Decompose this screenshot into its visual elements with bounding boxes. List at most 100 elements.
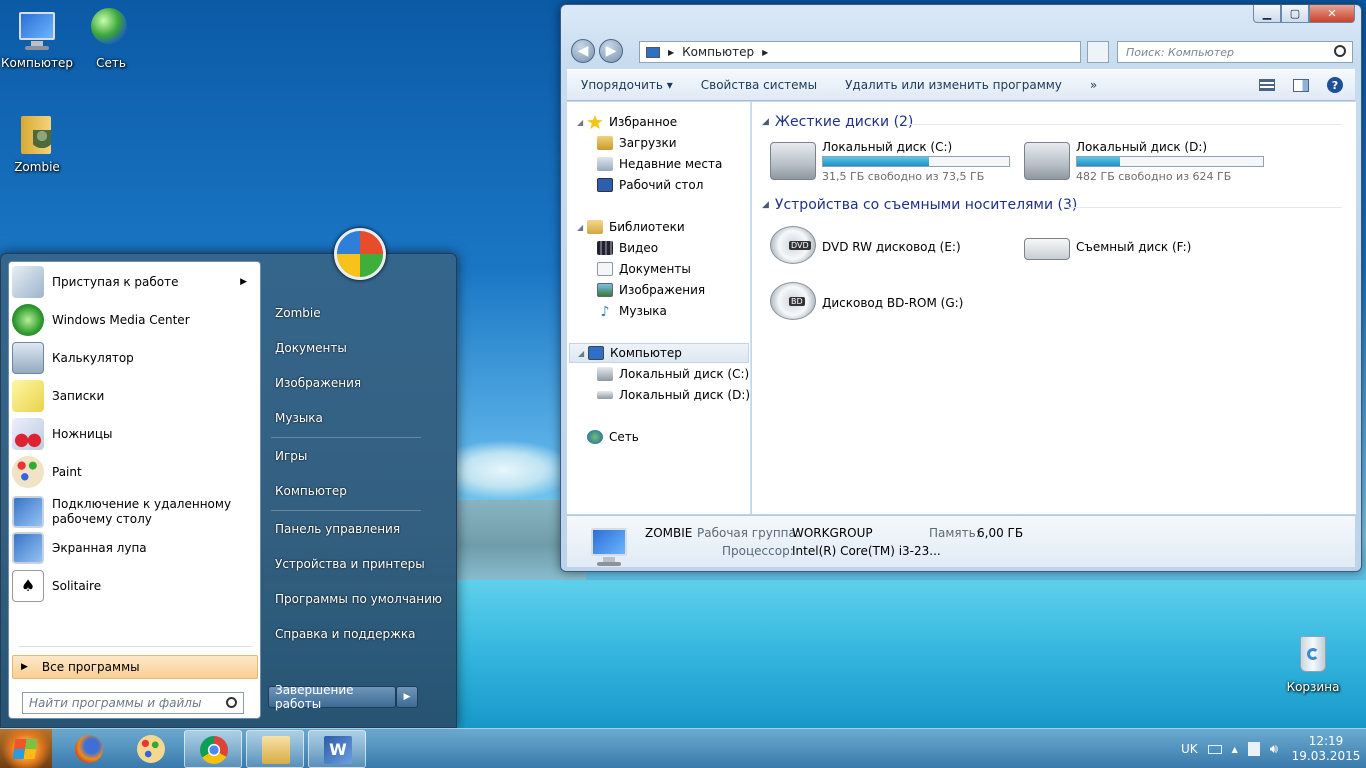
- language-indicator[interactable]: UK: [1181, 742, 1198, 756]
- program-label: Калькулятор: [52, 350, 134, 365]
- program-calculator[interactable]: Калькулятор: [12, 340, 257, 376]
- preview-pane-icon[interactable]: [1293, 78, 1309, 92]
- uninstall-program-button[interactable]: Удалить или изменить программу: [831, 78, 1076, 92]
- system-properties-button[interactable]: Свойства системы: [687, 78, 831, 92]
- keyboard-icon[interactable]: [1207, 744, 1222, 754]
- bd-badge: BD: [789, 297, 805, 306]
- program-sticky-notes[interactable]: Записки: [12, 378, 257, 414]
- start-link-music[interactable]: Музыка: [275, 411, 323, 425]
- program-media-center[interactable]: Windows Media Center: [12, 302, 257, 338]
- desktop-icon-recycle-bin[interactable]: Корзина: [1276, 632, 1350, 694]
- nav-libraries[interactable]: ◢ Библиотеки: [577, 217, 685, 237]
- group-title: Устройства со съемными носителями (3): [774, 197, 1078, 213]
- nav-desktop[interactable]: Рабочий стол: [597, 175, 703, 195]
- all-programs-label: Все программы: [41, 660, 140, 674]
- nav-label: Музыка: [619, 304, 667, 318]
- drive-d[interactable]: Локальный диск (D:) 482 ГБ свободно из 6…: [1024, 140, 1274, 184]
- search-input[interactable]: Поиск: Компьютер: [1117, 41, 1353, 63]
- removable-disk-icon: [1024, 238, 1070, 260]
- separator: [271, 437, 421, 438]
- dvd-drive-icon: DVD: [770, 226, 816, 264]
- program-magnifier[interactable]: Экранная лупа: [12, 530, 257, 566]
- group-removable[interactable]: ◢ Устройства со съемными носителями (3): [762, 197, 1077, 213]
- address-separator: ▶: [762, 47, 769, 57]
- start-link-help[interactable]: Справка и поддержка: [275, 627, 416, 641]
- search-placeholder: Поиск: Компьютер: [1126, 45, 1234, 59]
- back-button[interactable]: ◀: [571, 39, 595, 63]
- computer-icon: [646, 46, 660, 58]
- group-divider: [1068, 207, 1342, 208]
- start-button[interactable]: [0, 729, 52, 768]
- program-label: Подключение к удаленному рабочему столу: [52, 497, 232, 526]
- start-link-user[interactable]: Zombie: [275, 306, 321, 320]
- network-icon: [587, 430, 603, 444]
- start-link-control-panel[interactable]: Панель управления: [275, 522, 400, 536]
- program-solitaire[interactable]: ♠ Solitaire: [12, 568, 257, 604]
- windows-start-icon: [12, 739, 38, 759]
- address-separator: ▶: [668, 47, 675, 57]
- desktop-icon-label: Zombie: [14, 160, 60, 174]
- help-icon[interactable]: ?: [1327, 77, 1343, 93]
- program-paint[interactable]: Paint: [12, 454, 257, 490]
- minimize-button[interactable]: ▁: [1253, 5, 1281, 23]
- program-snipping-tool[interactable]: Ножницы: [12, 416, 257, 452]
- user-folder-icon: [15, 112, 59, 156]
- start-link-computer[interactable]: Компьютер: [275, 484, 347, 498]
- show-hidden-icons[interactable]: ▲: [1232, 745, 1238, 754]
- nav-documents[interactable]: Документы: [597, 259, 691, 279]
- refresh-button[interactable]: [1087, 41, 1109, 63]
- maximize-button[interactable]: ▢: [1281, 5, 1309, 23]
- nav-label: Избранное: [609, 115, 678, 129]
- nav-disk-d[interactable]: Локальный диск (D:): [597, 385, 750, 405]
- forward-button[interactable]: ▶: [599, 39, 623, 63]
- drive-bd[interactable]: BD Дисковод BD-ROM (G:): [770, 280, 1020, 324]
- taskbar-paint[interactable]: [122, 730, 180, 768]
- drive-name: Локальный диск (C:): [822, 140, 953, 154]
- drive-removable-f[interactable]: Съемный диск (F:): [1024, 224, 1274, 268]
- nav-downloads[interactable]: Загрузки: [597, 133, 677, 153]
- group-hard-disks[interactable]: ◢ Жесткие диски (2): [762, 114, 913, 130]
- volume-icon[interactable]: 🔊︎: [1270, 742, 1278, 757]
- close-button[interactable]: ✕: [1309, 5, 1355, 23]
- nav-video[interactable]: Видео: [597, 238, 658, 258]
- firefox-icon: [75, 735, 103, 763]
- program-getting-started[interactable]: Приступая к работе ▶: [12, 264, 257, 300]
- nav-computer[interactable]: ◢ Компьютер: [569, 343, 749, 363]
- start-link-defaults[interactable]: Программы по умолчанию: [275, 592, 442, 606]
- desktop-icon-computer[interactable]: Компьютер: [0, 8, 74, 70]
- program-remote-desktop[interactable]: Подключение к удаленному рабочему столу: [12, 494, 257, 530]
- drive-dvd[interactable]: DVD DVD RW дисковод (E:): [770, 224, 1020, 268]
- shutdown-options-button[interactable]: ▶: [396, 686, 418, 708]
- all-programs-button[interactable]: ▶ Все программы: [12, 655, 258, 679]
- drive-c[interactable]: Локальный диск (C:) 31,5 ГБ свободно из …: [770, 140, 1020, 184]
- search-icon: [1334, 45, 1346, 57]
- desktop-icon-network[interactable]: Сеть: [74, 8, 148, 70]
- shutdown-button[interactable]: Завершение работы: [268, 683, 396, 711]
- taskbar-chrome[interactable]: [184, 730, 242, 768]
- user-picture-icon: [334, 228, 386, 280]
- address-bar[interactable]: ▶ Компьютер ▶: [639, 41, 1081, 63]
- action-center-icon[interactable]: [1247, 742, 1260, 756]
- clock[interactable]: 12:19 19.03.2015: [1286, 734, 1366, 764]
- taskbar-explorer[interactable]: [246, 730, 304, 768]
- dvd-badge: DVD: [789, 241, 811, 250]
- taskbar-word[interactable]: W: [308, 730, 366, 768]
- nav-pictures[interactable]: Изображения: [597, 280, 705, 300]
- nav-network[interactable]: Сеть: [587, 427, 639, 447]
- start-link-games[interactable]: Игры: [275, 449, 307, 463]
- more-commands-button[interactable]: »: [1076, 78, 1111, 92]
- start-link-pictures[interactable]: Изображения: [275, 376, 361, 390]
- start-link-documents[interactable]: Документы: [275, 341, 347, 355]
- start-link-devices[interactable]: Устройства и принтеры: [275, 557, 425, 571]
- nav-music[interactable]: ♪ Музыка: [597, 301, 667, 321]
- nav-favorites[interactable]: ◢ Избранное: [577, 112, 677, 132]
- nav-recent[interactable]: Недавние места: [597, 154, 722, 174]
- wallpaper-clouds: [456, 440, 576, 500]
- start-search-input[interactable]: Найти программы и файлы: [22, 692, 244, 714]
- taskbar-firefox[interactable]: [60, 730, 118, 768]
- program-label: Экранная лупа: [52, 540, 147, 555]
- nav-disk-c[interactable]: Локальный диск (C:): [597, 364, 749, 384]
- view-options-icon[interactable]: [1259, 79, 1275, 91]
- desktop-icon-zombie[interactable]: Zombie: [0, 112, 74, 174]
- organize-button[interactable]: Упорядочить ▾: [567, 78, 687, 92]
